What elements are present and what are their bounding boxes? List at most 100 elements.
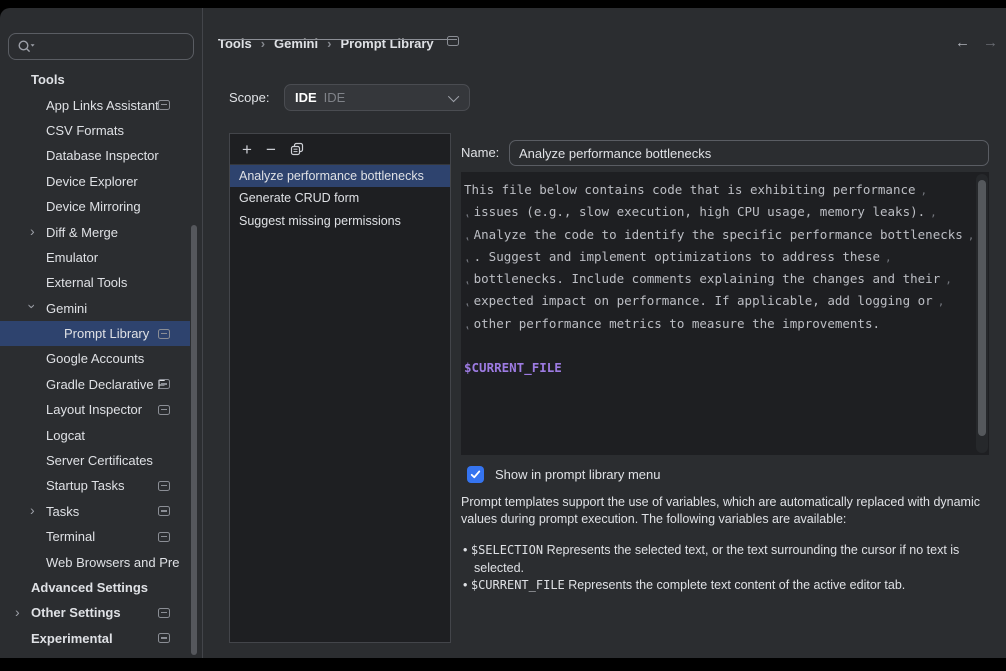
sidebar-item-label: Advanced Settings	[31, 580, 148, 595]
soft-wrap-icon: ‚	[921, 180, 928, 202]
sidebar-item-label: Server Certificates	[46, 453, 153, 468]
name-label: Name:	[461, 145, 499, 160]
sidebar-item-other-settings[interactable]: › Other Settings	[0, 600, 190, 625]
check-icon	[470, 469, 481, 480]
sidebar-item-label: Logcat	[46, 428, 85, 443]
sidebar-item-experimental[interactable]: Experimental	[0, 626, 190, 651]
scope-dropdown[interactable]: IDE IDE	[284, 84, 470, 111]
variables-list: • $SELECTION Represents the selected tex…	[463, 542, 987, 595]
sidebar-item-label: Layout Inspector	[46, 402, 142, 417]
soft-wrap-icon: ‚	[464, 291, 471, 313]
sidebar-item-label: Gradle Declarative F	[46, 377, 165, 392]
sidebar-item-label: Device Explorer	[46, 174, 138, 189]
sidebar-item-device-mirroring[interactable]: Device Mirroring	[0, 194, 190, 219]
prompt-list-item[interactable]: Generate CRUD form	[230, 187, 450, 209]
code-text: other performance metrics to measure the…	[474, 316, 880, 331]
prompt-text-line: ‚expected impact on performance. If appl…	[464, 290, 971, 312]
breadcrumb: Tools › Gemini › Prompt Library	[218, 36, 459, 51]
prompt-text-line: ‚ bottlenecks. Include comments explainin…	[464, 268, 971, 290]
sidebar-item-tools[interactable]: Tools	[0, 67, 190, 92]
variable-token: $CURRENT_FILE	[464, 360, 562, 375]
sidebar-item-emulator[interactable]: Emulator	[0, 245, 190, 270]
sidebar-item-label: Web Browsers and Pre	[46, 555, 179, 570]
sidebar-item-prompt-library[interactable]: Prompt Library	[0, 321, 190, 346]
variable-description: • $SELECTION Represents the selected tex…	[463, 542, 987, 577]
ide-indicator-icon	[158, 379, 170, 389]
sidebar-item-label: Tools	[31, 72, 65, 87]
soft-wrap-icon: ‚	[945, 269, 952, 291]
code-text: bottlenecks. Include comments explaining…	[474, 271, 941, 286]
sidebar-item-gemini[interactable]: › Gemini	[0, 296, 190, 321]
remove-icon[interactable]: −	[266, 141, 276, 158]
sidebar-item-database-inspector[interactable]: Database Inspector	[0, 143, 190, 168]
prompt-text-line: ‚issues (e.g., slow execution, high CPU …	[464, 201, 971, 223]
sidebar-item-startup-tasks[interactable]: Startup Tasks	[0, 473, 190, 498]
sidebar-item-gradle-declarative-f[interactable]: Gradle Declarative F	[0, 372, 190, 397]
sidebar-item-label: Diff & Merge	[46, 225, 118, 240]
prompt-text-editor[interactable]: This file below contains code that is ex…	[461, 172, 989, 455]
sidebar-scrollbar[interactable]	[191, 225, 197, 655]
ide-indicator-icon	[158, 633, 170, 643]
chevron-icon[interactable]: ›	[30, 503, 35, 517]
prompt-text-line: ‚. Suggest and implement optimizations t…	[464, 246, 971, 268]
duplicate-icon[interactable]	[290, 142, 304, 156]
sidebar-item-tasks[interactable]: ›Tasks	[0, 499, 190, 524]
ide-indicator-icon	[158, 329, 170, 339]
bullet-icon: •	[463, 543, 471, 557]
prompt-text-line: ‚other performance metrics to measure th…	[464, 313, 971, 335]
sidebar-item-label: Database Inspector	[46, 148, 159, 163]
soft-wrap-icon: ‚	[464, 202, 471, 224]
chevron-icon[interactable]: ›	[30, 224, 35, 238]
settings-window: Tools App Links Assistant CSV Formats Datab…	[0, 8, 1006, 658]
show-in-menu-checkbox[interactable]	[467, 466, 484, 483]
variable-description: • $CURRENT_FILE Represents the complete …	[463, 577, 987, 595]
add-icon[interactable]: +	[242, 141, 252, 158]
sidebar-item-terminal[interactable]: Terminal	[0, 524, 190, 549]
editor-scrollbar-thumb[interactable]	[978, 180, 986, 436]
scope-selected-value: IDE	[295, 90, 317, 105]
chevron-icon[interactable]: ›	[25, 304, 39, 309]
chevron-icon[interactable]: ›	[15, 605, 20, 619]
sidebar-item-label: CSV Formats	[46, 123, 124, 138]
ide-indicator-icon	[158, 100, 170, 110]
sidebar-item-label: Prompt Library	[64, 326, 149, 341]
scope-label: Scope:	[229, 90, 269, 105]
sidebar-item-label: Gemini	[46, 301, 87, 316]
variable-name: $SELECTION	[471, 543, 543, 557]
code-text: This file below contains code that is ex…	[464, 182, 916, 197]
sidebar-item-label: Other Settings	[31, 605, 121, 620]
code-text: Analyze the code to identify the specifi…	[474, 227, 963, 242]
prompt-list-item[interactable]: Suggest missing permissions	[230, 210, 450, 232]
sidebar-item-label: Google Accounts	[46, 351, 144, 366]
prompt-text-line: ‚Analyze the code to identify the specif…	[464, 224, 971, 246]
sidebar-item-external-tools[interactable]: External Tools	[0, 270, 190, 295]
sidebar-item-app-links-assistant[interactable]: App Links Assistant	[0, 92, 190, 117]
prompt-list-item[interactable]: Analyze performance bottlenecks	[230, 165, 450, 187]
search-input[interactable]	[8, 33, 194, 60]
prompt-list-toolbar: + −	[230, 134, 450, 165]
sidebar-item-label: App Links Assistant	[46, 98, 159, 113]
bullet-icon: •	[463, 578, 471, 592]
sidebar-item-web-browsers-and-pre[interactable]: Web Browsers and Pre	[0, 549, 190, 574]
ide-indicator-icon	[158, 506, 170, 516]
soft-wrap-icon: ‚	[938, 291, 945, 313]
ide-indicator-icon	[158, 532, 170, 542]
sidebar-item-google-accounts[interactable]: Google Accounts	[0, 346, 190, 371]
settings-sidebar: Tools App Links Assistant CSV Formats Datab…	[0, 8, 203, 658]
sidebar-item-layout-inspector[interactable]: Layout Inspector	[0, 397, 190, 422]
sidebar-item-label: Experimental	[31, 631, 113, 646]
sidebar-item-server-certificates[interactable]: Server Certificates	[0, 448, 190, 473]
soft-wrap-icon: ‚	[930, 202, 937, 224]
variable-name: $CURRENT_FILE	[471, 578, 565, 592]
prompt-list: Analyze performance bottlenecksGenerate …	[230, 165, 450, 232]
sidebar-item-device-explorer[interactable]: Device Explorer	[0, 169, 190, 194]
sidebar-item-csv-formats[interactable]: CSV Formats	[0, 118, 190, 143]
sidebar-item-advanced-settings[interactable]: Advanced Settings	[0, 575, 190, 600]
name-input[interactable]	[509, 140, 989, 166]
soft-wrap-icon: ‚	[464, 225, 471, 247]
prompt-text-line: $CURRENT_FILE	[464, 357, 971, 379]
sidebar-item-logcat[interactable]: Logcat	[0, 422, 190, 447]
back-arrow-icon[interactable]: ←	[955, 34, 970, 51]
show-in-menu-row: Show in prompt library menu	[467, 466, 660, 483]
sidebar-item-diff-merge[interactable]: › Diff & Merge	[0, 219, 190, 244]
